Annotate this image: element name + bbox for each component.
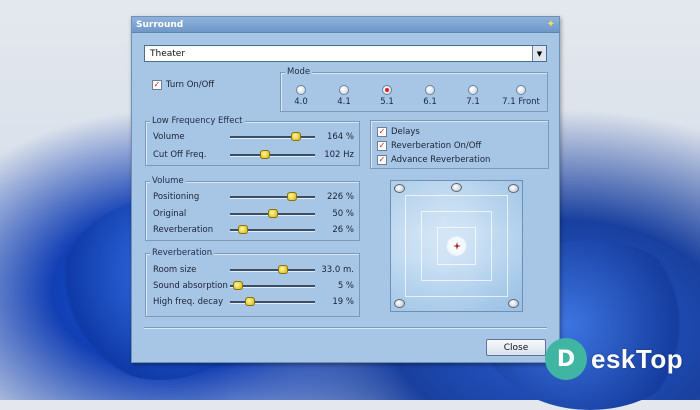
- radio-dot: [385, 88, 389, 92]
- lfe-volume-row: Volume 164 %: [146, 131, 359, 143]
- preset-selected: Theater: [150, 49, 186, 59]
- reverberation-volume-slider[interactable]: [230, 225, 315, 234]
- mode-option-4-1[interactable]: 4.1: [324, 85, 364, 107]
- speaker-front-right-icon[interactable]: [508, 184, 519, 193]
- lfe-volume-label: Volume: [153, 132, 185, 142]
- slider-thumb[interactable]: [245, 297, 256, 306]
- positioning-row: Positioning 226 %: [146, 191, 359, 203]
- mode-option-label: 6.1: [423, 97, 437, 107]
- check-mark[interactable]: ✓: [377, 127, 387, 137]
- watermark-text: eskTop: [591, 343, 684, 374]
- watermark-logo: D: [545, 338, 587, 380]
- reverberation-volume-row: Reverberation 26 %: [146, 224, 359, 236]
- lfe-cutoff-slider[interactable]: [230, 150, 315, 159]
- reverberation-volume-label: Reverberation: [153, 225, 214, 235]
- slider-thumb[interactable]: [237, 225, 248, 234]
- mode-option-7-1-front[interactable]: 7.1 Front: [496, 85, 546, 107]
- positioning-label: Positioning: [153, 192, 200, 202]
- check-mark[interactable]: ✓: [377, 141, 387, 151]
- sound-absorption-slider[interactable]: [230, 281, 315, 290]
- turn-on-checkbox[interactable]: ✓ Turn On/Off: [152, 80, 214, 90]
- speaker-rear-left-icon[interactable]: [394, 299, 405, 308]
- slider-thumb[interactable]: [277, 265, 288, 274]
- room-size-label: Room size: [153, 265, 197, 275]
- sound-absorption-row: Sound absorption 5 %: [146, 280, 359, 292]
- reverb-onoff-checkbox[interactable]: ✓ Reverberation On/Off: [377, 141, 481, 151]
- footer-divider: [144, 327, 547, 329]
- high-freq-decay-label: High freq. decay: [153, 297, 224, 307]
- lfe-volume-value: 164 %: [326, 132, 354, 142]
- mode-option-label: 4.1: [337, 97, 351, 107]
- high-freq-decay-slider[interactable]: [230, 297, 315, 306]
- chevron-down-icon[interactable]: ▼: [532, 46, 546, 61]
- radio-button-selected[interactable]: [382, 85, 392, 95]
- room-size-slider[interactable]: [230, 265, 315, 274]
- original-value: 50 %: [332, 209, 354, 219]
- speaker-front-left-icon[interactable]: [394, 184, 405, 193]
- mode-option-6-1[interactable]: 6.1: [410, 85, 450, 107]
- delays-checkbox[interactable]: ✓ Delays: [377, 127, 420, 137]
- slider-thumb[interactable]: [291, 132, 302, 141]
- preset-dropdown[interactable]: Theater ▼: [144, 45, 547, 62]
- mode-option-label: 7.1: [466, 97, 480, 107]
- pin-icon[interactable]: ✦: [547, 19, 555, 30]
- room-size-value: 33.0 m.: [321, 265, 354, 275]
- lfe-volume-slider[interactable]: [230, 132, 315, 141]
- radio-button[interactable]: [296, 85, 306, 95]
- positioning-slider[interactable]: [230, 192, 315, 201]
- mode-group: Mode 4.0 4.1 5.1 6.1 7.1 7.1 Front: [280, 67, 548, 112]
- speaker-position-pad[interactable]: [390, 180, 523, 312]
- advance-reverb-label: Advance Reverberation: [391, 155, 491, 165]
- window-title: Surround: [136, 19, 184, 30]
- delays-label: Delays: [391, 127, 420, 137]
- close-button[interactable]: Close: [486, 339, 546, 356]
- original-label: Original: [153, 209, 187, 219]
- slider-thumb[interactable]: [232, 281, 243, 290]
- lfe-group: Low Frequency Effect Volume 164 % Cut Of…: [145, 116, 360, 166]
- reverberation-legend: Reverberation: [150, 248, 215, 258]
- positioning-value: 226 %: [326, 192, 354, 202]
- radio-button[interactable]: [468, 85, 478, 95]
- turn-on-check-mark[interactable]: ✓: [152, 80, 162, 90]
- slider-thumb[interactable]: [259, 150, 270, 159]
- mode-option-4-0[interactable]: 4.0: [281, 85, 321, 107]
- mode-legend: Mode: [285, 67, 313, 77]
- lfe-cutoff-value: 102 Hz: [324, 150, 354, 160]
- mode-option-label: 4.0: [294, 97, 308, 107]
- reverberation-volume-value: 26 %: [332, 225, 354, 235]
- original-row: Original 50 %: [146, 208, 359, 220]
- reverberation-group: Reverberation Room size 33.0 m. Sound ab…: [145, 248, 360, 317]
- advance-reverb-checkbox[interactable]: ✓ Advance Reverberation: [377, 155, 490, 165]
- original-slider[interactable]: [230, 209, 315, 218]
- reverb-onoff-label: Reverberation On/Off: [391, 141, 482, 151]
- sound-absorption-label: Sound absorption: [153, 281, 228, 291]
- sound-absorption-value: 5 %: [337, 281, 354, 291]
- speaker-center-icon[interactable]: [451, 183, 462, 192]
- title-bar[interactable]: Surround ✦: [132, 17, 559, 33]
- speaker-rear-right-icon[interactable]: [508, 299, 519, 308]
- mode-option-label: 7.1 Front: [502, 97, 540, 107]
- mode-option-5-1[interactable]: 5.1: [367, 85, 407, 107]
- turn-on-label: Turn On/Off: [166, 80, 215, 90]
- slider-thumb[interactable]: [267, 209, 278, 218]
- lfe-cutoff-row: Cut Off Freq. 102 Hz: [146, 149, 359, 161]
- mode-option-label: 5.1: [380, 97, 394, 107]
- options-group: ✓ Delays ✓ Reverberation On/Off ✓ Advanc…: [370, 120, 549, 169]
- mode-option-7-1[interactable]: 7.1: [453, 85, 493, 107]
- listener-position-icon[interactable]: [453, 242, 461, 250]
- radio-button[interactable]: [339, 85, 349, 95]
- lfe-legend: Low Frequency Effect: [150, 116, 245, 126]
- slider-thumb[interactable]: [287, 192, 298, 201]
- radio-button[interactable]: [425, 85, 435, 95]
- surround-window: Surround ✦ Theater ▼ ✓ Turn On/Off Mode …: [131, 16, 560, 363]
- volume-group: Volume Positioning 226 % Original 50 % R…: [145, 176, 360, 241]
- room-size-row: Room size 33.0 m.: [146, 264, 359, 276]
- volume-legend: Volume: [150, 176, 186, 186]
- lfe-cutoff-label: Cut Off Freq.: [153, 150, 207, 160]
- radio-button[interactable]: [516, 85, 526, 95]
- high-freq-decay-value: 19 %: [332, 297, 354, 307]
- check-mark[interactable]: ✓: [377, 155, 387, 165]
- high-freq-decay-row: High freq. decay 19 %: [146, 296, 359, 308]
- watermark: D eskTop: [545, 338, 683, 380]
